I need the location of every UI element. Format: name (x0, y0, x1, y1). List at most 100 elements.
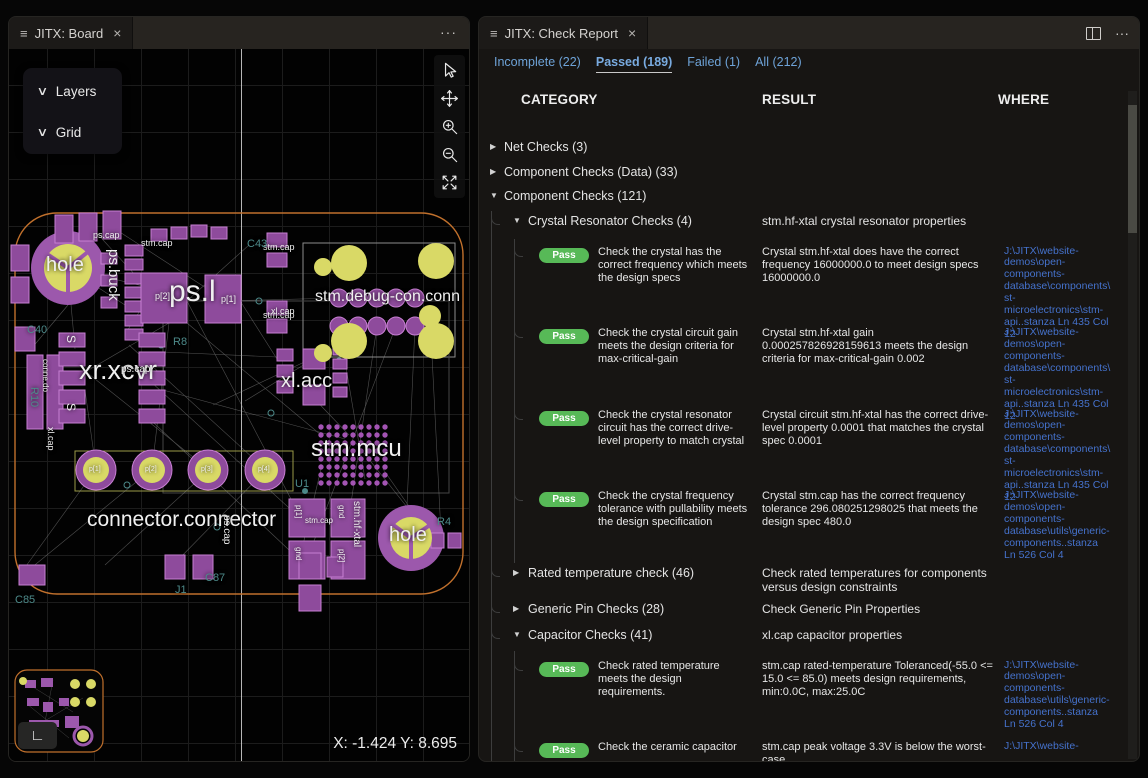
check-category: Check the crystal resonator circuit has … (598, 409, 750, 449)
check-row: Pass Check rated temperature meets the d… (479, 653, 1123, 735)
check-category: Check the crystal has the correct freque… (598, 246, 750, 286)
select-tool-icon (440, 61, 459, 80)
check-row: Pass Check the crystal circuit gain meet… (479, 320, 1123, 402)
tree-twisty-icon[interactable]: ▼ (513, 630, 521, 639)
group-result: xl.cap capacitor properties (762, 628, 994, 642)
source-link[interactable]: J:\JITX\website-demos\open-components-da… (1004, 660, 1112, 732)
tree-twisty-icon[interactable]: ▼ (490, 191, 498, 200)
jitx-file-icon: ≡ (20, 26, 28, 41)
group-result: Check Generic Pin Properties (762, 602, 994, 616)
board-label: J1 (175, 585, 187, 596)
board-label: p[1] (221, 295, 236, 304)
board-label: p[2] (155, 292, 170, 301)
tab-jitx-check-report[interactable]: ≡ JITX: Check Report × (479, 17, 648, 49)
check-group-row[interactable]: ▶ Component Checks (Data) (33) (479, 164, 1123, 189)
check-row: Pass Check the ceramic capacitor stm.cap… (479, 734, 1123, 761)
zoom-out-tool[interactable] (436, 141, 463, 168)
tab-jitx-board[interactable]: ≡ JITX: Board × (9, 17, 133, 49)
origin-corner-button[interactable]: ∟ (18, 722, 57, 749)
filter-tab[interactable]: Failed (1) (687, 55, 740, 73)
board-panel: ≡ JITX: Board × ··· (8, 16, 470, 762)
split-editor-icon[interactable] (1086, 27, 1101, 40)
check-group-row[interactable]: ▶ Generic Pin Checks (28) Check Generic … (479, 601, 1123, 627)
group-result: Check rated temperatures for components … (762, 566, 994, 595)
group-label: Component Checks (121) (504, 189, 646, 203)
source-link[interactable]: J:\JITX\website- (1004, 741, 1112, 753)
board-label: ps.buck (106, 249, 121, 301)
check-tree: ▶ Net Checks (3) ▶ Component Checks (Dat… (479, 139, 1123, 761)
board-label: p[3] (201, 466, 213, 473)
filter-tab[interactable]: Passed (189) (596, 55, 672, 73)
tree-twisty-icon[interactable]: ▶ (513, 568, 519, 577)
board-label: stm.cap (141, 239, 173, 248)
board-label: R10 (28, 387, 39, 407)
more-actions-icon[interactable]: ··· (440, 25, 457, 39)
group-label: Net Checks (3) (504, 140, 587, 154)
check-result: Crystal stm.hf-xtal gain 0.0002578269281… (762, 327, 995, 367)
minimap[interactable]: ∟ (13, 668, 108, 755)
group-result: stm.hf-xtal crystal resonator properties (762, 214, 994, 228)
board-label: C40 (27, 325, 47, 336)
board-label: connector.connector (87, 509, 276, 530)
board-label: stm.hf-xtal (351, 501, 361, 547)
check-group-row[interactable]: ▼ Capacitor Checks (41) xl.cap capacitor… (479, 627, 1123, 653)
board-label: conne.do (41, 359, 49, 392)
tree-twisty-icon[interactable]: ▼ (513, 216, 521, 225)
check-group-row[interactable]: ▶ Net Checks (3) (479, 139, 1123, 164)
jitx-file-icon: ≡ (490, 26, 498, 41)
grid-toggle[interactable]: ∨ Grid (38, 121, 122, 143)
filter-tab[interactable]: Incomplete (22) (494, 55, 581, 73)
source-link[interactable]: J:\JITX\website-demos\open-components-da… (1004, 490, 1112, 562)
check-result: stm.cap rated-temperature Toleranced(-55… (762, 660, 995, 700)
layers-toggle[interactable]: ∨ Layers (38, 80, 122, 102)
select-tool[interactable] (436, 57, 463, 84)
check-row: Pass Check the crystal frequency toleran… (479, 483, 1123, 565)
check-result: Crystal stm.hf-xtal does have the correc… (762, 246, 995, 286)
zoom-fit-tool[interactable] (436, 169, 463, 196)
board-label: stm.cap (305, 517, 333, 525)
board-label: ps.cap (221, 515, 231, 544)
pan-tool[interactable] (436, 85, 463, 112)
status-badge: Pass (539, 248, 589, 263)
tab-title: JITX: Check Report (505, 26, 618, 41)
check-report-panel: ≡ JITX: Check Report × ··· Incomplete (2… (478, 16, 1140, 762)
board-label: gnd (294, 547, 302, 560)
board-label: xl.acc (281, 371, 332, 391)
board-label: C85 (15, 595, 35, 606)
status-badge: Pass (539, 329, 589, 344)
layers-grid-panel: ∨ Layers ∨ Grid (23, 68, 122, 154)
chevron-down-icon: ∨ (36, 84, 48, 98)
board-label: stm.cap (263, 243, 295, 252)
check-group-row[interactable]: ▶ Rated temperature check (46) Check rat… (479, 565, 1123, 601)
chevron-down-icon: ∨ (36, 125, 48, 139)
pan-tool-icon (440, 89, 459, 108)
board-label: xl.cap (271, 307, 295, 316)
board-label: hole (46, 255, 84, 275)
result-filters: Incomplete (22) Passed (189) Failed (1) All… (494, 55, 802, 73)
tree-twisty-icon[interactable]: ▶ (490, 167, 496, 176)
status-badge: Pass (539, 492, 589, 507)
tree-twisty-icon[interactable]: ▶ (513, 604, 519, 613)
check-result: stm.cap peak voltage 3.3V is below the w… (762, 741, 995, 761)
scrollbar-track[interactable] (1128, 91, 1137, 759)
more-actions-icon[interactable]: ··· (1115, 25, 1129, 41)
board-label: p[1] (294, 505, 302, 518)
group-label: Crystal Resonator Checks (4) (528, 214, 692, 228)
check-group-row[interactable]: ▼ Crystal Resonator Checks (4) stm.hf-xt… (479, 213, 1123, 239)
scrollbar-thumb[interactable] (1128, 105, 1137, 233)
zoom-in-tool[interactable] (436, 113, 463, 140)
board-label: p[2] (337, 549, 345, 562)
board-label: p[2] (145, 466, 157, 473)
check-group-row[interactable]: ▼ Component Checks (121) (479, 188, 1123, 213)
board-canvas[interactable]: holeps.lp[2]p[1]stm.debug-con.connxr.xcv… (9, 49, 469, 761)
check-category: Check the ceramic capacitor (598, 741, 750, 754)
close-tab-icon[interactable]: × (113, 25, 121, 41)
check-category: Check the crystal circuit gain meets the… (598, 327, 750, 367)
board-label: S (65, 403, 77, 411)
cursor-coordinates: X: -1.424 Y: 8.695 (333, 735, 457, 753)
check-category: Check the crystal frequency tolerance wi… (598, 490, 750, 530)
corner-icon: ∟ (30, 727, 45, 744)
tree-twisty-icon[interactable]: ▶ (490, 142, 496, 151)
close-tab-icon[interactable]: × (628, 25, 636, 41)
filter-tab[interactable]: All (212) (755, 55, 802, 73)
